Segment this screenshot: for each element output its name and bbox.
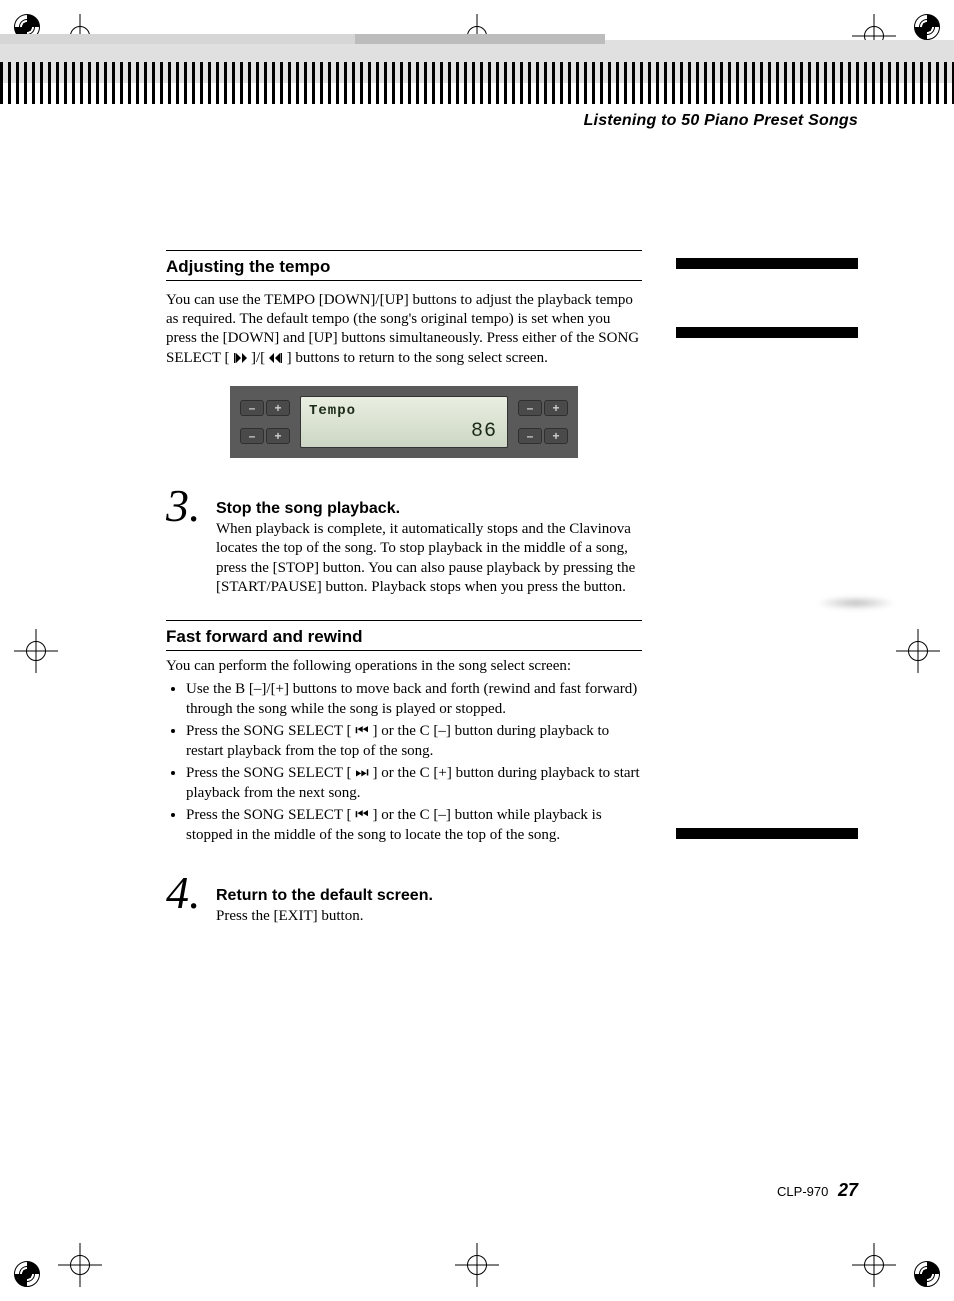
minus-plus-pair: – + xyxy=(240,400,290,416)
lcd-label: Tempo xyxy=(309,403,356,419)
left-button-column: – + – + xyxy=(240,400,290,444)
list-item: Press the SONG SELECT [ ⏭ ] or the C [+]… xyxy=(186,764,642,804)
margin-bars xyxy=(676,258,858,897)
step-4: 4 Return to the default screen. Press th… xyxy=(166,875,642,927)
registration-mark-icon xyxy=(914,14,940,40)
plus-button[interactable]: + xyxy=(544,400,568,416)
crop-mark-icon xyxy=(455,1243,499,1287)
minus-button[interactable]: – xyxy=(518,400,542,416)
step-number: 3 xyxy=(166,488,216,525)
lcd-value: 86 xyxy=(471,420,497,443)
page-footer: CLP-970 27 xyxy=(166,1180,858,1201)
crop-mark-icon xyxy=(896,629,940,673)
section-lead-ffwd: You can perform the following operations… xyxy=(166,657,642,676)
list-item: Press the SONG SELECT [ ⏮ ] or the C [–]… xyxy=(186,722,642,762)
right-button-column: – + – + xyxy=(518,400,568,444)
step-body: When playback is complete, it automatica… xyxy=(216,520,642,598)
step-title: Return to the default screen. xyxy=(216,887,642,905)
body-text: ]/[ xyxy=(251,350,269,366)
section-heading-ffwd: Fast forward and rewind xyxy=(166,620,642,651)
song-select-next-icon xyxy=(269,353,283,363)
section-body-tempo: You can use the TEMPO [DOWN]/[UP] button… xyxy=(166,291,642,368)
minus-plus-pair: – + xyxy=(518,428,568,444)
list-item: Use the B [–]/[+] buttons to move back a… xyxy=(186,680,642,720)
plus-button[interactable]: + xyxy=(266,400,290,416)
crop-mark-icon xyxy=(14,629,58,673)
lcd-panel: – + – + Tempo 86 – + – + xyxy=(230,386,578,458)
step-body: Press the [EXIT] button. xyxy=(216,907,642,927)
registration-mark-icon xyxy=(914,1261,940,1287)
section-heading-tempo: Adjusting the tempo xyxy=(166,250,642,281)
minus-plus-pair: – + xyxy=(240,428,290,444)
lcd-screen: Tempo 86 xyxy=(300,396,508,448)
step-3: 3 Stop the song playback. When playback … xyxy=(166,488,642,598)
plus-button[interactable]: + xyxy=(544,428,568,444)
minus-plus-pair: – + xyxy=(518,400,568,416)
minus-button[interactable]: – xyxy=(240,400,264,416)
crop-mark-icon xyxy=(852,1243,896,1287)
step-title: Stop the song playback. xyxy=(216,500,642,518)
song-select-prev-icon xyxy=(233,353,247,363)
step-number: 4 xyxy=(166,875,216,912)
body-text: ] buttons to return to the song select s… xyxy=(287,350,548,366)
running-head: Listening to 50 Piano Preset Songs xyxy=(166,112,858,130)
crop-mark-icon xyxy=(58,1243,102,1287)
footer-page-number: 27 xyxy=(838,1180,858,1200)
print-barcode-strip xyxy=(0,62,954,104)
footer-model: CLP-970 xyxy=(777,1184,828,1199)
list-item: Press the SONG SELECT [ ⏮ ] or the C [–]… xyxy=(186,806,642,846)
bullet-list: Use the B [–]/[+] buttons to move back a… xyxy=(166,680,642,846)
minus-button[interactable]: – xyxy=(518,428,542,444)
minus-button[interactable]: – xyxy=(240,428,264,444)
registration-mark-icon xyxy=(14,1261,40,1287)
plus-button[interactable]: + xyxy=(266,428,290,444)
